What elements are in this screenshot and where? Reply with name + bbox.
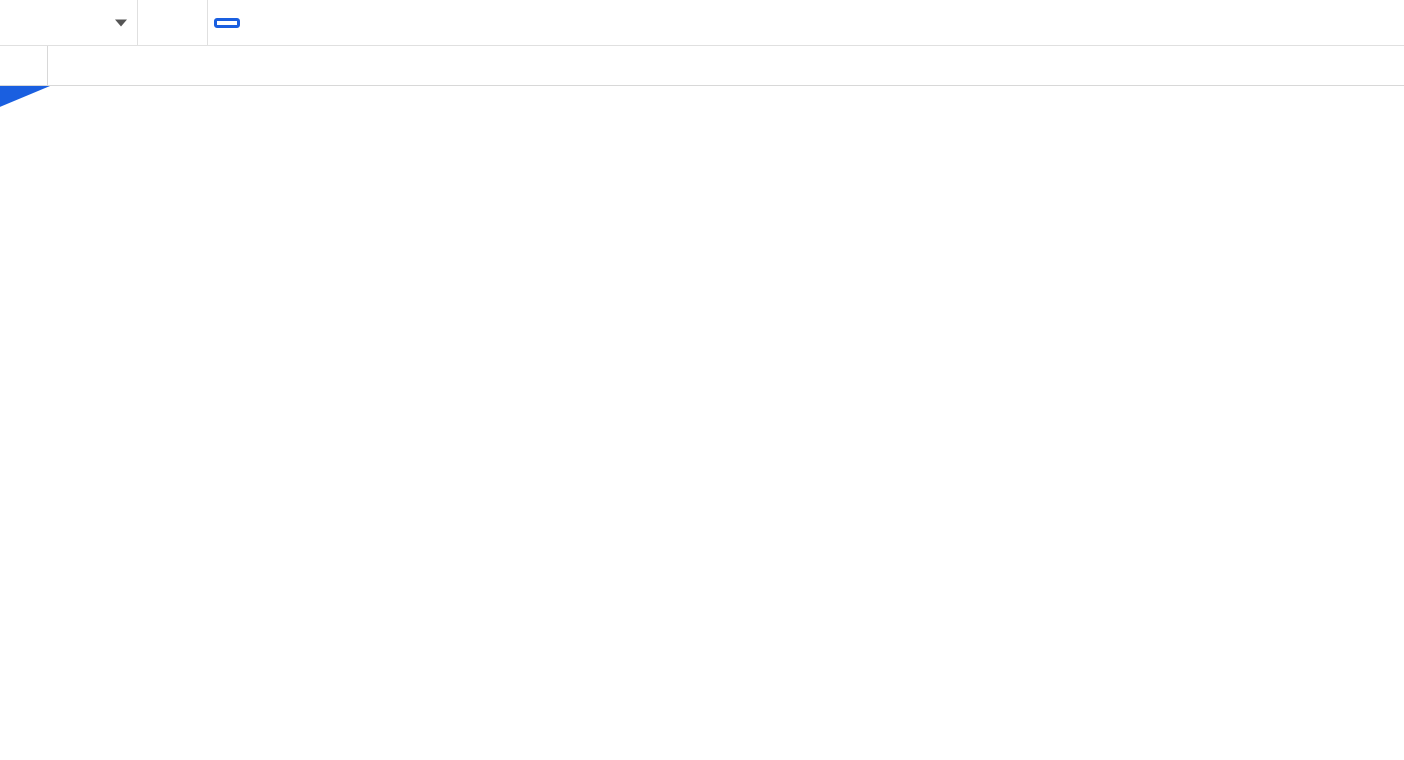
column-header-row	[48, 46, 1404, 86]
row-header-column	[0, 46, 48, 86]
fx-icon[interactable]	[138, 0, 208, 45]
spreadsheet-grid	[0, 46, 1404, 86]
name-box-dropdown-icon[interactable]	[115, 19, 127, 26]
select-all-corner[interactable]	[0, 46, 47, 86]
selection-outline	[0, 86, 6, 92]
name-box[interactable]	[0, 0, 138, 45]
formula-input-wrap[interactable]	[208, 0, 240, 45]
formula-bar	[0, 0, 1404, 46]
annotation-arrow	[0, 86, 1404, 760]
formula-input[interactable]	[214, 18, 240, 28]
